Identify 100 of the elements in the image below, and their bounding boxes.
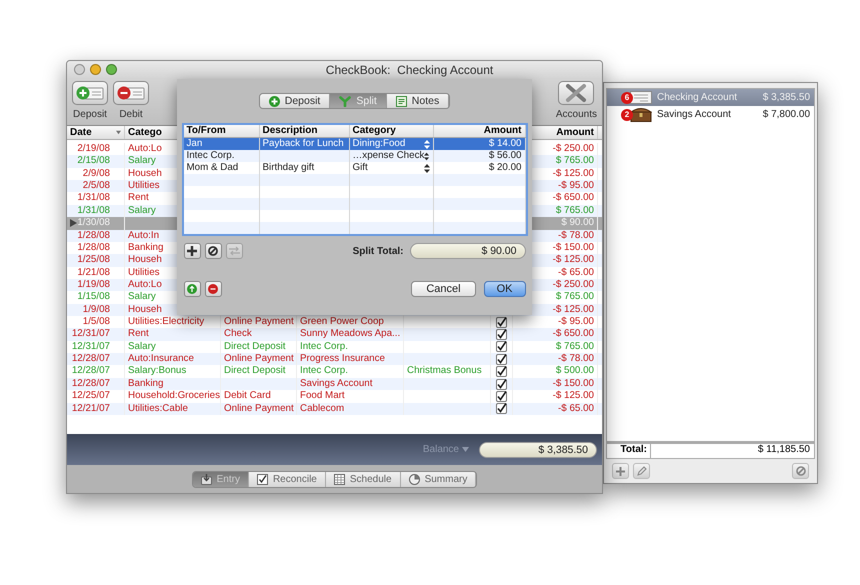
sheet-tab[interactable]: Deposit: [260, 94, 330, 108]
checkbox-icon: [256, 474, 268, 484]
category-cell: Utilities: [128, 180, 160, 192]
category-cell: Rent: [128, 192, 149, 205]
date-cell: 2/9/08: [82, 168, 110, 180]
checkbox[interactable]: [496, 366, 507, 378]
category-cell: Utilities:Electricity: [128, 316, 204, 328]
checkbox[interactable]: [496, 390, 507, 402]
add-button[interactable]: [184, 243, 200, 259]
column-header[interactable]: Amount: [434, 125, 526, 137]
checkbox[interactable]: [496, 316, 507, 328]
view-tab[interactable]: Schedule: [326, 472, 401, 486]
date-cell: 1/30/08: [77, 217, 110, 230]
amount-cell: $ 765.00: [556, 340, 594, 354]
tray-icon: [200, 474, 212, 484]
amount-cell: -$ 250.00: [552, 143, 594, 156]
table-row[interactable]: 12/28/07 Banking Savings Account -$ 150.00: [67, 378, 602, 390]
category-cell: Househ: [128, 168, 162, 180]
table-row[interactable]: 12/28/07 Auto:Insurance Online Payment Progress Insurance -$ 78.00: [67, 353, 602, 366]
up-arrow-circle-icon: [187, 284, 197, 294]
date-cell: 1/21/08: [77, 266, 110, 279]
payment-type-cell: Check: [224, 328, 252, 341]
amount-cell: $ 765.00: [556, 291, 594, 304]
window-title: CheckBook: Checking Account: [324, 63, 494, 77]
edit-account-button[interactable]: [633, 463, 650, 479]
caret-icon: [462, 447, 469, 452]
checkbox[interactable]: [496, 341, 507, 352]
accounts-button[interactable]: [558, 81, 594, 105]
date-cell: 1/28/08: [77, 230, 110, 242]
amount-cell: -$ 150.00: [552, 242, 594, 254]
stepper-icon: [424, 152, 430, 160]
payee-cell: Jan: [186, 138, 202, 150]
category-cell: Household:Groceries: [128, 390, 220, 403]
date-cell: 2/5/08: [82, 180, 110, 192]
category-popup[interactable]: Gift: [352, 162, 368, 174]
category-cell: Salary:Bonus: [128, 365, 186, 378]
check-icon: [630, 91, 652, 104]
sort-arrow-icon: [116, 130, 121, 135]
debit-type-button[interactable]: [204, 281, 222, 297]
sheet-tab[interactable]: Notes: [386, 94, 450, 108]
category-cell: Househ: [128, 254, 162, 267]
cancel-button[interactable]: Cancel: [411, 281, 476, 297]
view-tab[interactable]: Summary: [400, 472, 476, 486]
checkbox[interactable]: [496, 329, 507, 340]
date-cell: 12/28/07: [72, 365, 110, 378]
split-row[interactable]: Intec Corp. …xpense Check $ 56.00: [184, 150, 526, 162]
amount-cell: -$ 125.00: [552, 168, 594, 180]
date-cell: 12/31/07: [72, 328, 110, 341]
add-account-button[interactable]: [612, 463, 629, 479]
checkbox[interactable]: [496, 354, 507, 365]
deposit-button[interactable]: [72, 81, 108, 105]
column-header[interactable]: Description: [260, 125, 350, 137]
minus-check-icon: [117, 85, 145, 101]
account-row[interactable]: 2 Savings Account $ 7,800.00: [607, 106, 814, 123]
amount-cell: -$ 250.00: [552, 278, 594, 292]
remove-button[interactable]: [204, 243, 222, 259]
account-name: Checking Account: [657, 92, 738, 103]
payee-cell: Savings Account: [300, 378, 372, 390]
zoom-button[interactable]: [106, 64, 117, 75]
plus-circle-icon: [268, 96, 280, 106]
split-row[interactable]: Jan Payback for Lunch Dining:Food $ 14.00: [184, 138, 526, 150]
account-name: Savings Account: [657, 109, 731, 120]
stepper-icon: [424, 164, 430, 172]
category-cell: Auto:Insurance: [128, 353, 194, 366]
note-icon: [396, 96, 407, 106]
pie-chart-icon: [408, 474, 420, 484]
date-cell: 1/9/08: [82, 304, 110, 316]
view-tab[interactable]: Reconcile: [248, 472, 326, 486]
disclosure-triangle-icon[interactable]: [70, 219, 77, 228]
payee-cell: Intec Corp.: [186, 150, 234, 162]
date-cell: 1/15/08: [77, 291, 110, 304]
date-cell: 12/25/07: [72, 390, 110, 403]
ok-button[interactable]: OK: [484, 281, 526, 297]
column-header[interactable]: To/From: [184, 125, 260, 137]
category-cell: Salary: [128, 291, 156, 304]
table-row[interactable]: 12/31/07 Rent Check Sunny Meadows Apa... -$ 650.00: [67, 328, 602, 341]
deposit-type-button[interactable]: [184, 281, 200, 297]
checkbox[interactable]: [496, 403, 507, 414]
column-header[interactable]: Category: [350, 125, 434, 137]
amount-cell: -$ 650.00: [552, 328, 594, 341]
column-header[interactable]: Date: [67, 126, 113, 139]
split-total-label: Split Total:: [352, 246, 404, 256]
remove-account-button[interactable]: [792, 463, 809, 479]
date-cell: 12/31/07: [72, 340, 110, 354]
account-row[interactable]: 6 Checking Account $ 3,385.50: [607, 89, 814, 106]
table-row[interactable]: 12/21/07 Utilities:Cable Online Payment Cablecom -$ 65.00: [67, 402, 602, 415]
category-cell: Banking: [128, 242, 164, 254]
count-badge: 6: [621, 92, 633, 104]
payment-type-cell: Debit Card: [224, 390, 271, 403]
plus-icon: [616, 466, 625, 476]
debit-button[interactable]: [113, 81, 149, 105]
payee-cell: Sunny Meadows Apa...: [300, 328, 400, 341]
category-popup[interactable]: …xpense Check: [352, 150, 424, 162]
minimize-button[interactable]: [90, 64, 101, 75]
date-cell: 12/28/07: [72, 353, 110, 366]
checkbox[interactable]: [496, 378, 507, 390]
prohibited-icon: [208, 246, 218, 256]
category-popup[interactable]: Dining:Food: [352, 138, 406, 150]
stepper-icon: [424, 140, 430, 148]
payment-type-cell: Online Payment: [224, 353, 294, 366]
